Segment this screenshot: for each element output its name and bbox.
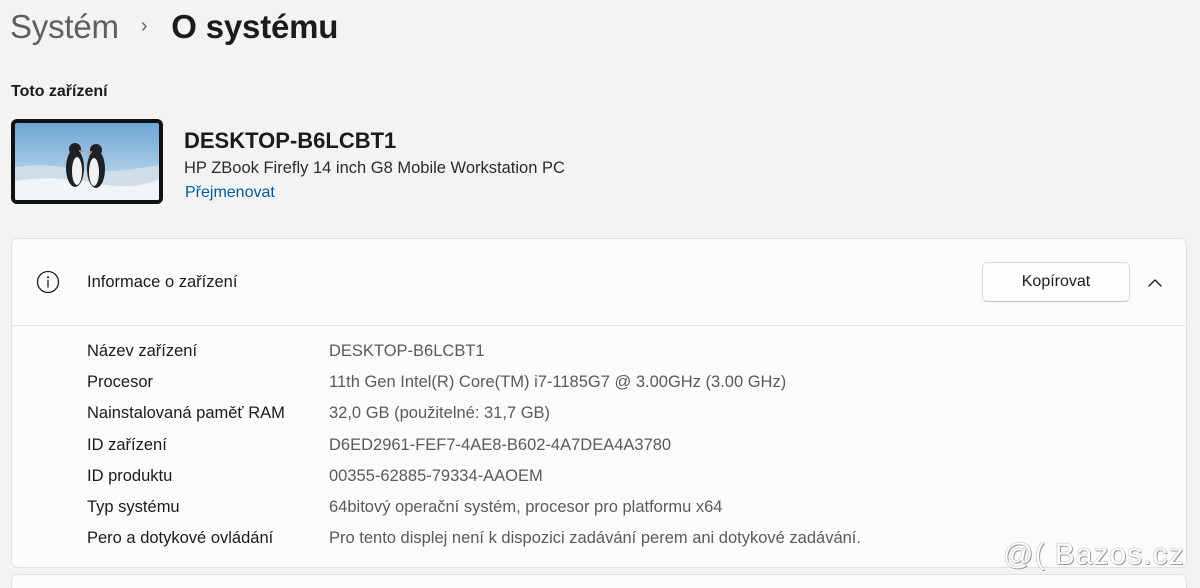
device-name-heading: DESKTOP-B6LCBT1 bbox=[184, 128, 397, 153]
device-header: DESKTOP-B6LCBT1 HP ZBook Firefly 14 inch… bbox=[11, 119, 711, 205]
copy-button[interactable]: Kopírovat bbox=[982, 262, 1130, 302]
spec-value: 11th Gen Intel(R) Core(TM) i7-1185G7 @ 3… bbox=[329, 373, 787, 392]
spec-value: Pro tento displej není k dispozici zadáv… bbox=[329, 529, 861, 548]
spec-value: 00355-62885-79334-AAOEM bbox=[329, 466, 543, 485]
spec-row-system-type: Typ systému 64bitový operační systém, pr… bbox=[12, 495, 1186, 526]
spec-value: D6ED2961-FEF7-4AE8-B602-4A7DEA4A3780 bbox=[329, 435, 672, 454]
page-title: O systému bbox=[171, 8, 339, 45]
device-info-header[interactable]: Informace o zařízení Kopírovat bbox=[12, 239, 1186, 326]
chevron-up-icon[interactable] bbox=[1146, 274, 1164, 292]
watermark: @( Bazos.cz bbox=[1003, 538, 1185, 571]
spec-row-device-name: Název zařízení DESKTOP-B6LCBT1 bbox=[12, 339, 1186, 370]
section-label-this-device: Toto zařízení bbox=[11, 83, 108, 100]
rename-link[interactable]: Přejmenovat bbox=[185, 184, 275, 202]
spec-label: Procesor bbox=[87, 373, 154, 392]
spec-row-ram: Nainstalovaná paměť RAM 32,0 GB (použite… bbox=[12, 401, 1186, 432]
spec-value: 32,0 GB (použitelné: 31,7 GB) bbox=[329, 404, 551, 423]
spec-value: DESKTOP-B6LCBT1 bbox=[329, 342, 485, 360]
device-info-card: Informace o zařízení Kopírovat Název zař… bbox=[11, 238, 1187, 568]
penguins-wallpaper-icon bbox=[11, 119, 163, 204]
next-card[interactable] bbox=[11, 574, 1187, 588]
device-model: HP ZBook Firefly 14 inch G8 Mobile Works… bbox=[184, 159, 565, 177]
spec-value: 64bitový operační systém, procesor pro p… bbox=[329, 497, 723, 516]
spec-row-product-id: ID produktu 00355-62885-79334-AAOEM bbox=[12, 464, 1186, 495]
spec-label: Typ systému bbox=[87, 497, 180, 516]
info-icon bbox=[36, 270, 60, 294]
spec-label: Název zařízení bbox=[87, 342, 198, 360]
breadcrumb-chevron-icon: › bbox=[140, 14, 148, 37]
spec-list: Název zařízení DESKTOP-B6LCBT1 Procesor … bbox=[12, 339, 1186, 557]
breadcrumb-parent[interactable]: Systém bbox=[10, 8, 119, 46]
spec-row-device-id: ID zařízení D6ED2961-FEF7-4AE8-B602-4A7D… bbox=[12, 433, 1186, 464]
device-info-title: Informace o zařízení bbox=[87, 273, 238, 291]
spec-label: ID zařízení bbox=[87, 435, 167, 454]
spec-row-processor: Procesor 11th Gen Intel(R) Core(TM) i7-1… bbox=[12, 370, 1186, 401]
spec-label: ID produktu bbox=[87, 466, 173, 485]
breadcrumb: Systém › O systému bbox=[10, 2, 338, 52]
spec-label: Nainstalovaná paměť RAM bbox=[87, 404, 285, 423]
spec-label: Pero a dotykové ovládání bbox=[87, 529, 274, 548]
